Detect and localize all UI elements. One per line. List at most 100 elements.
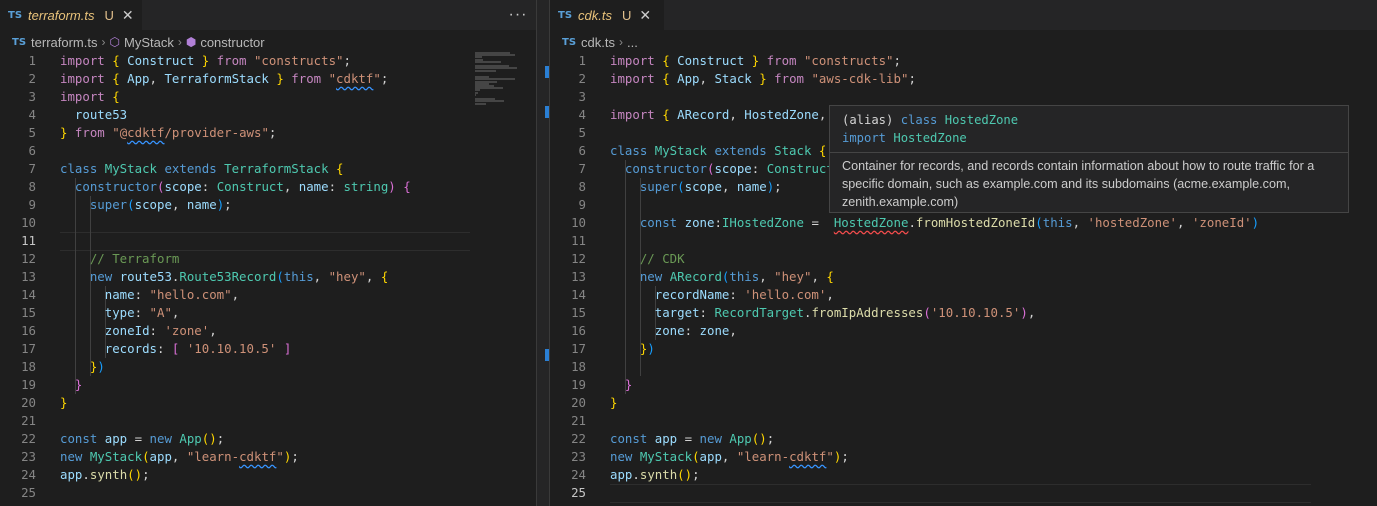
code-token: ( — [923, 305, 931, 320]
code-token: ; — [774, 179, 782, 194]
code-token: scope — [134, 197, 172, 212]
code-line[interactable]: 18 }) — [0, 358, 536, 376]
code-line[interactable]: 10 — [0, 214, 536, 232]
code-token: name — [736, 179, 767, 194]
code-line[interactable]: 22 const app = new App(); — [0, 430, 536, 448]
change-marker[interactable] — [545, 66, 549, 78]
code-token: { — [662, 71, 678, 86]
code-line[interactable]: 2 import { App, Stack } from "aws-cdk-lib… — [550, 70, 1377, 88]
code-line[interactable]: 3 — [550, 88, 1377, 106]
code-token: () — [127, 467, 143, 482]
line-number: 14 — [21, 287, 36, 302]
line-number: 4 — [28, 107, 36, 122]
code-line[interactable]: 15 type: "A", — [0, 304, 536, 322]
code-line[interactable]: 12 // Terraform — [0, 250, 536, 268]
code-line[interactable]: 25 — [0, 484, 536, 502]
breadcrumb-file[interactable]: terraform.ts — [31, 35, 97, 50]
code-token: super — [89, 197, 128, 212]
breadcrumb-ellipsis[interactable]: ... — [627, 35, 638, 50]
code-line[interactable]: 12 // CDK — [550, 250, 1377, 268]
code-line[interactable]: 9 super(scope, name); — [0, 196, 536, 214]
code-line[interactable]: 24 app.synth(); — [550, 466, 1377, 484]
right-editor-pane[interactable]: TS cdk.ts U ✕ TS cdk.ts › ... 1 import { … — [550, 0, 1377, 506]
code-line[interactable]: 16 zoneId: 'zone', — [0, 322, 536, 340]
code-token: Construct — [216, 179, 284, 194]
minimap[interactable] — [475, 52, 525, 112]
code-line[interactable]: 19 } — [0, 376, 536, 394]
left-editor-pane[interactable]: TS terraform.ts U ✕ ··· TS terraform.ts … — [0, 0, 536, 506]
indent-guide — [640, 196, 641, 214]
code-line[interactable]: 14 name: "hello.com", — [0, 286, 536, 304]
code-line[interactable]: 10 const zone:IHostedZone = HostedZone.f… — [550, 214, 1377, 232]
code-token: " — [276, 449, 284, 464]
code-line[interactable]: 19 } — [550, 376, 1377, 394]
code-line[interactable]: 15 target: RecordTarget.fromIpAddresses(… — [550, 304, 1377, 322]
code-line[interactable]: 4 route53 — [0, 106, 536, 124]
code-line[interactable]: 21 — [0, 412, 536, 430]
tab-terraform-ts[interactable]: TS terraform.ts U ✕ — [0, 0, 142, 30]
code-token: zone — [699, 323, 730, 338]
code-token: recordName — [654, 287, 730, 302]
code-line[interactable]: 18 — [550, 358, 1377, 376]
code-token: "learn- — [736, 449, 790, 464]
minimap-line — [475, 93, 476, 96]
code-token: . — [82, 467, 90, 482]
line-number: 14 — [571, 287, 586, 302]
code-line[interactable]: 8 constructor(scope: Construct, name: st… — [0, 178, 536, 196]
code-line[interactable]: 24 app.synth(); — [0, 466, 536, 484]
code-line[interactable]: 11 — [0, 232, 536, 251]
code-line[interactable]: 20} — [550, 394, 1377, 412]
code-text: class MyStack extends Stack { — [610, 142, 826, 160]
code-line[interactable]: 23 new MyStack(app, "learn-cdktf"); — [550, 448, 1377, 466]
hover-signature: (alias) class HostedZone import HostedZo… — [830, 106, 1348, 153]
tab-cdk-ts[interactable]: TS cdk.ts U ✕ — [550, 0, 664, 30]
breadcrumb-file[interactable]: cdk.ts — [581, 35, 615, 50]
code-line[interactable]: 7 class MyStack extends TerraformStack { — [0, 160, 536, 178]
code-token: name — [186, 197, 217, 212]
code-line[interactable]: 17 records: [ '10.10.10.5' ] — [0, 340, 536, 358]
code-token: new — [639, 269, 670, 284]
code-line[interactable]: 16 zone: zone, — [550, 322, 1377, 340]
code-line[interactable]: 23 new MyStack(app, "learn-cdktf"); — [0, 448, 536, 466]
code-token: scope — [684, 179, 722, 194]
code-text: route53 — [60, 106, 127, 124]
more-actions-icon[interactable]: ··· — [500, 0, 536, 30]
code-token: , — [1177, 215, 1192, 230]
code-token: ( — [127, 197, 135, 212]
code-line[interactable]: 13 new ARecord(this, "hey", { — [550, 268, 1377, 286]
code-line[interactable]: 3 import { — [0, 88, 536, 106]
change-marker[interactable] — [545, 106, 549, 118]
minimap-line — [475, 60, 502, 63]
code-line[interactable]: 25 — [550, 484, 1377, 503]
line-number: 21 — [21, 413, 36, 428]
code-token: Construct — [677, 53, 745, 68]
left-tab-bar: TS terraform.ts U ✕ ··· — [0, 0, 536, 30]
code-token: ( — [276, 269, 284, 284]
code-line[interactable]: 20} — [0, 394, 536, 412]
breadcrumb-class[interactable]: MyStack — [124, 35, 174, 50]
code-line[interactable]: 13 new route53.Route53Record(this, "hey"… — [0, 268, 536, 286]
code-line[interactable]: 1 import { Construct } from "constructs"; — [550, 52, 1377, 70]
code-token: : — [134, 287, 150, 302]
close-icon[interactable]: ✕ — [122, 7, 134, 24]
close-icon[interactable]: ✕ — [639, 7, 651, 24]
code-token: zone — [684, 215, 715, 230]
right-tab-bar: TS cdk.ts U ✕ — [550, 0, 1377, 30]
code-text: new MyStack(app, "learn-cdktf"); — [610, 448, 849, 466]
code-line[interactable]: 5} from "@cdktf/provider-aws"; — [0, 124, 536, 142]
change-marker[interactable] — [545, 349, 549, 361]
breadcrumb-method[interactable]: constructor — [200, 35, 264, 50]
code-line[interactable]: 21 — [550, 412, 1377, 430]
code-line[interactable]: 14 recordName: 'hello.com', — [550, 286, 1377, 304]
code-token: from — [283, 71, 329, 86]
line-number: 10 — [571, 215, 586, 230]
code-line[interactable]: 1 import { Construct } from "constructs"; — [0, 52, 536, 70]
code-line[interactable]: 6 — [0, 142, 536, 160]
code-token: { — [112, 53, 128, 68]
code-line[interactable]: 22 const app = new App(); — [550, 430, 1377, 448]
code-line[interactable]: 17 }) — [550, 340, 1377, 358]
chevron-right-icon: › — [101, 35, 106, 49]
code-line[interactable]: 2 import { App, TerraformStack } from "cd… — [0, 70, 536, 88]
code-line[interactable]: 11 — [550, 232, 1377, 250]
